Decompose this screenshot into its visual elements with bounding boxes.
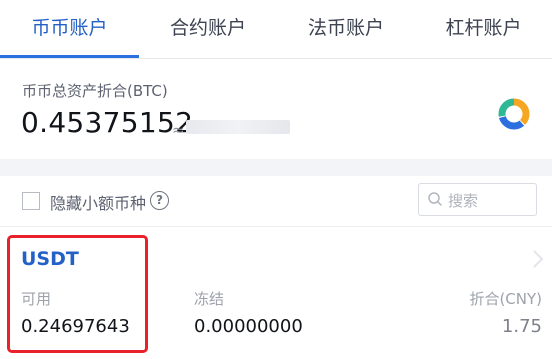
available-value: 0.24697643 xyxy=(21,316,130,337)
section-divider xyxy=(0,159,552,176)
help-icon[interactable]: ? xyxy=(150,191,169,210)
converted-value: 1.75 xyxy=(501,316,542,337)
hide-small-checkbox[interactable] xyxy=(22,192,40,210)
tab-contract-account[interactable]: 合约账户 xyxy=(139,0,277,58)
account-tabs: 币币账户 合约账户 法币账户 杠杆账户 xyxy=(0,0,552,59)
total-assets-value: 0.45375152 xyxy=(21,106,194,139)
coin-name: USDT xyxy=(21,248,79,270)
search-placeholder: 搜索 xyxy=(448,192,479,210)
available-label: 可用 xyxy=(21,290,52,308)
masked-fiat-value xyxy=(186,120,290,134)
approx-symbol: ≈ xyxy=(172,121,185,139)
total-assets-label: 币币总资产折合(BTC) xyxy=(22,82,168,100)
converted-label: 折合(CNY) xyxy=(469,290,542,308)
tab-spot-account[interactable]: 币币账户 xyxy=(0,0,139,58)
search-input[interactable]: 搜索 xyxy=(418,183,537,216)
active-tab-indicator xyxy=(0,55,139,58)
frozen-label: 冻结 xyxy=(194,290,225,308)
frozen-value: 0.00000000 xyxy=(194,316,303,337)
chevron-right-icon[interactable] xyxy=(531,248,545,270)
tab-margin-account[interactable]: 杠杆账户 xyxy=(415,0,552,58)
filter-bar: 隐藏小额币种 ? 搜索 xyxy=(0,176,552,227)
search-icon xyxy=(428,192,442,206)
hide-small-label[interactable]: 隐藏小额币种 xyxy=(50,190,146,214)
asset-row-usdt[interactable]: USDT 可用 0.24697643 冻结 0.00000000 折合(CNY)… xyxy=(0,226,552,359)
tab-fiat-account[interactable]: 法币账户 xyxy=(277,0,415,58)
pie-chart-icon[interactable] xyxy=(496,96,532,132)
